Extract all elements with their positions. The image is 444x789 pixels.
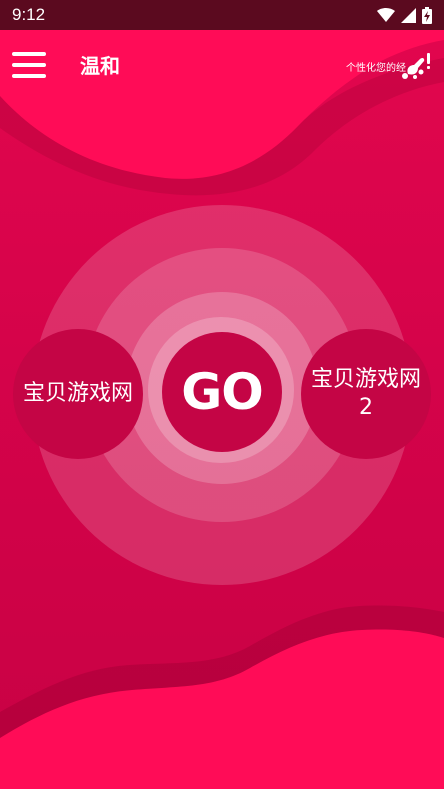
app-screen: 9:12 温和 个性化您的经 GO 宝贝游戏网 宝贝游戏网 2 — [0, 0, 444, 789]
game-site-2-button[interactable]: 宝贝游戏网 2 — [301, 329, 431, 459]
status-bar: 9:12 — [0, 0, 444, 30]
go-button[interactable]: GO — [162, 332, 282, 452]
game-site-2-button-label: 宝贝游戏网 2 — [310, 367, 421, 420]
status-icons — [377, 6, 432, 24]
game-site-button-label: 宝贝游戏网 — [22, 381, 133, 406]
hamburger-menu-icon[interactable] — [12, 52, 46, 78]
status-time: 9:12 — [12, 5, 46, 24]
bottom-wave-shape — [0, 629, 444, 789]
app-title: 温和 — [80, 54, 120, 78]
personalize-button[interactable]: 个性化您的经 — [346, 52, 432, 80]
battery-charging-icon — [422, 6, 432, 24]
wifi-icon — [377, 8, 395, 22]
cellular-signal-icon — [401, 7, 416, 23]
go-button-label: GO — [181, 363, 264, 421]
personalize-label: 个性化您的经 — [346, 62, 406, 74]
game-site-button[interactable]: 宝贝游戏网 — [13, 329, 143, 459]
app-bar: 温和 个性化您的经 — [0, 30, 444, 98]
